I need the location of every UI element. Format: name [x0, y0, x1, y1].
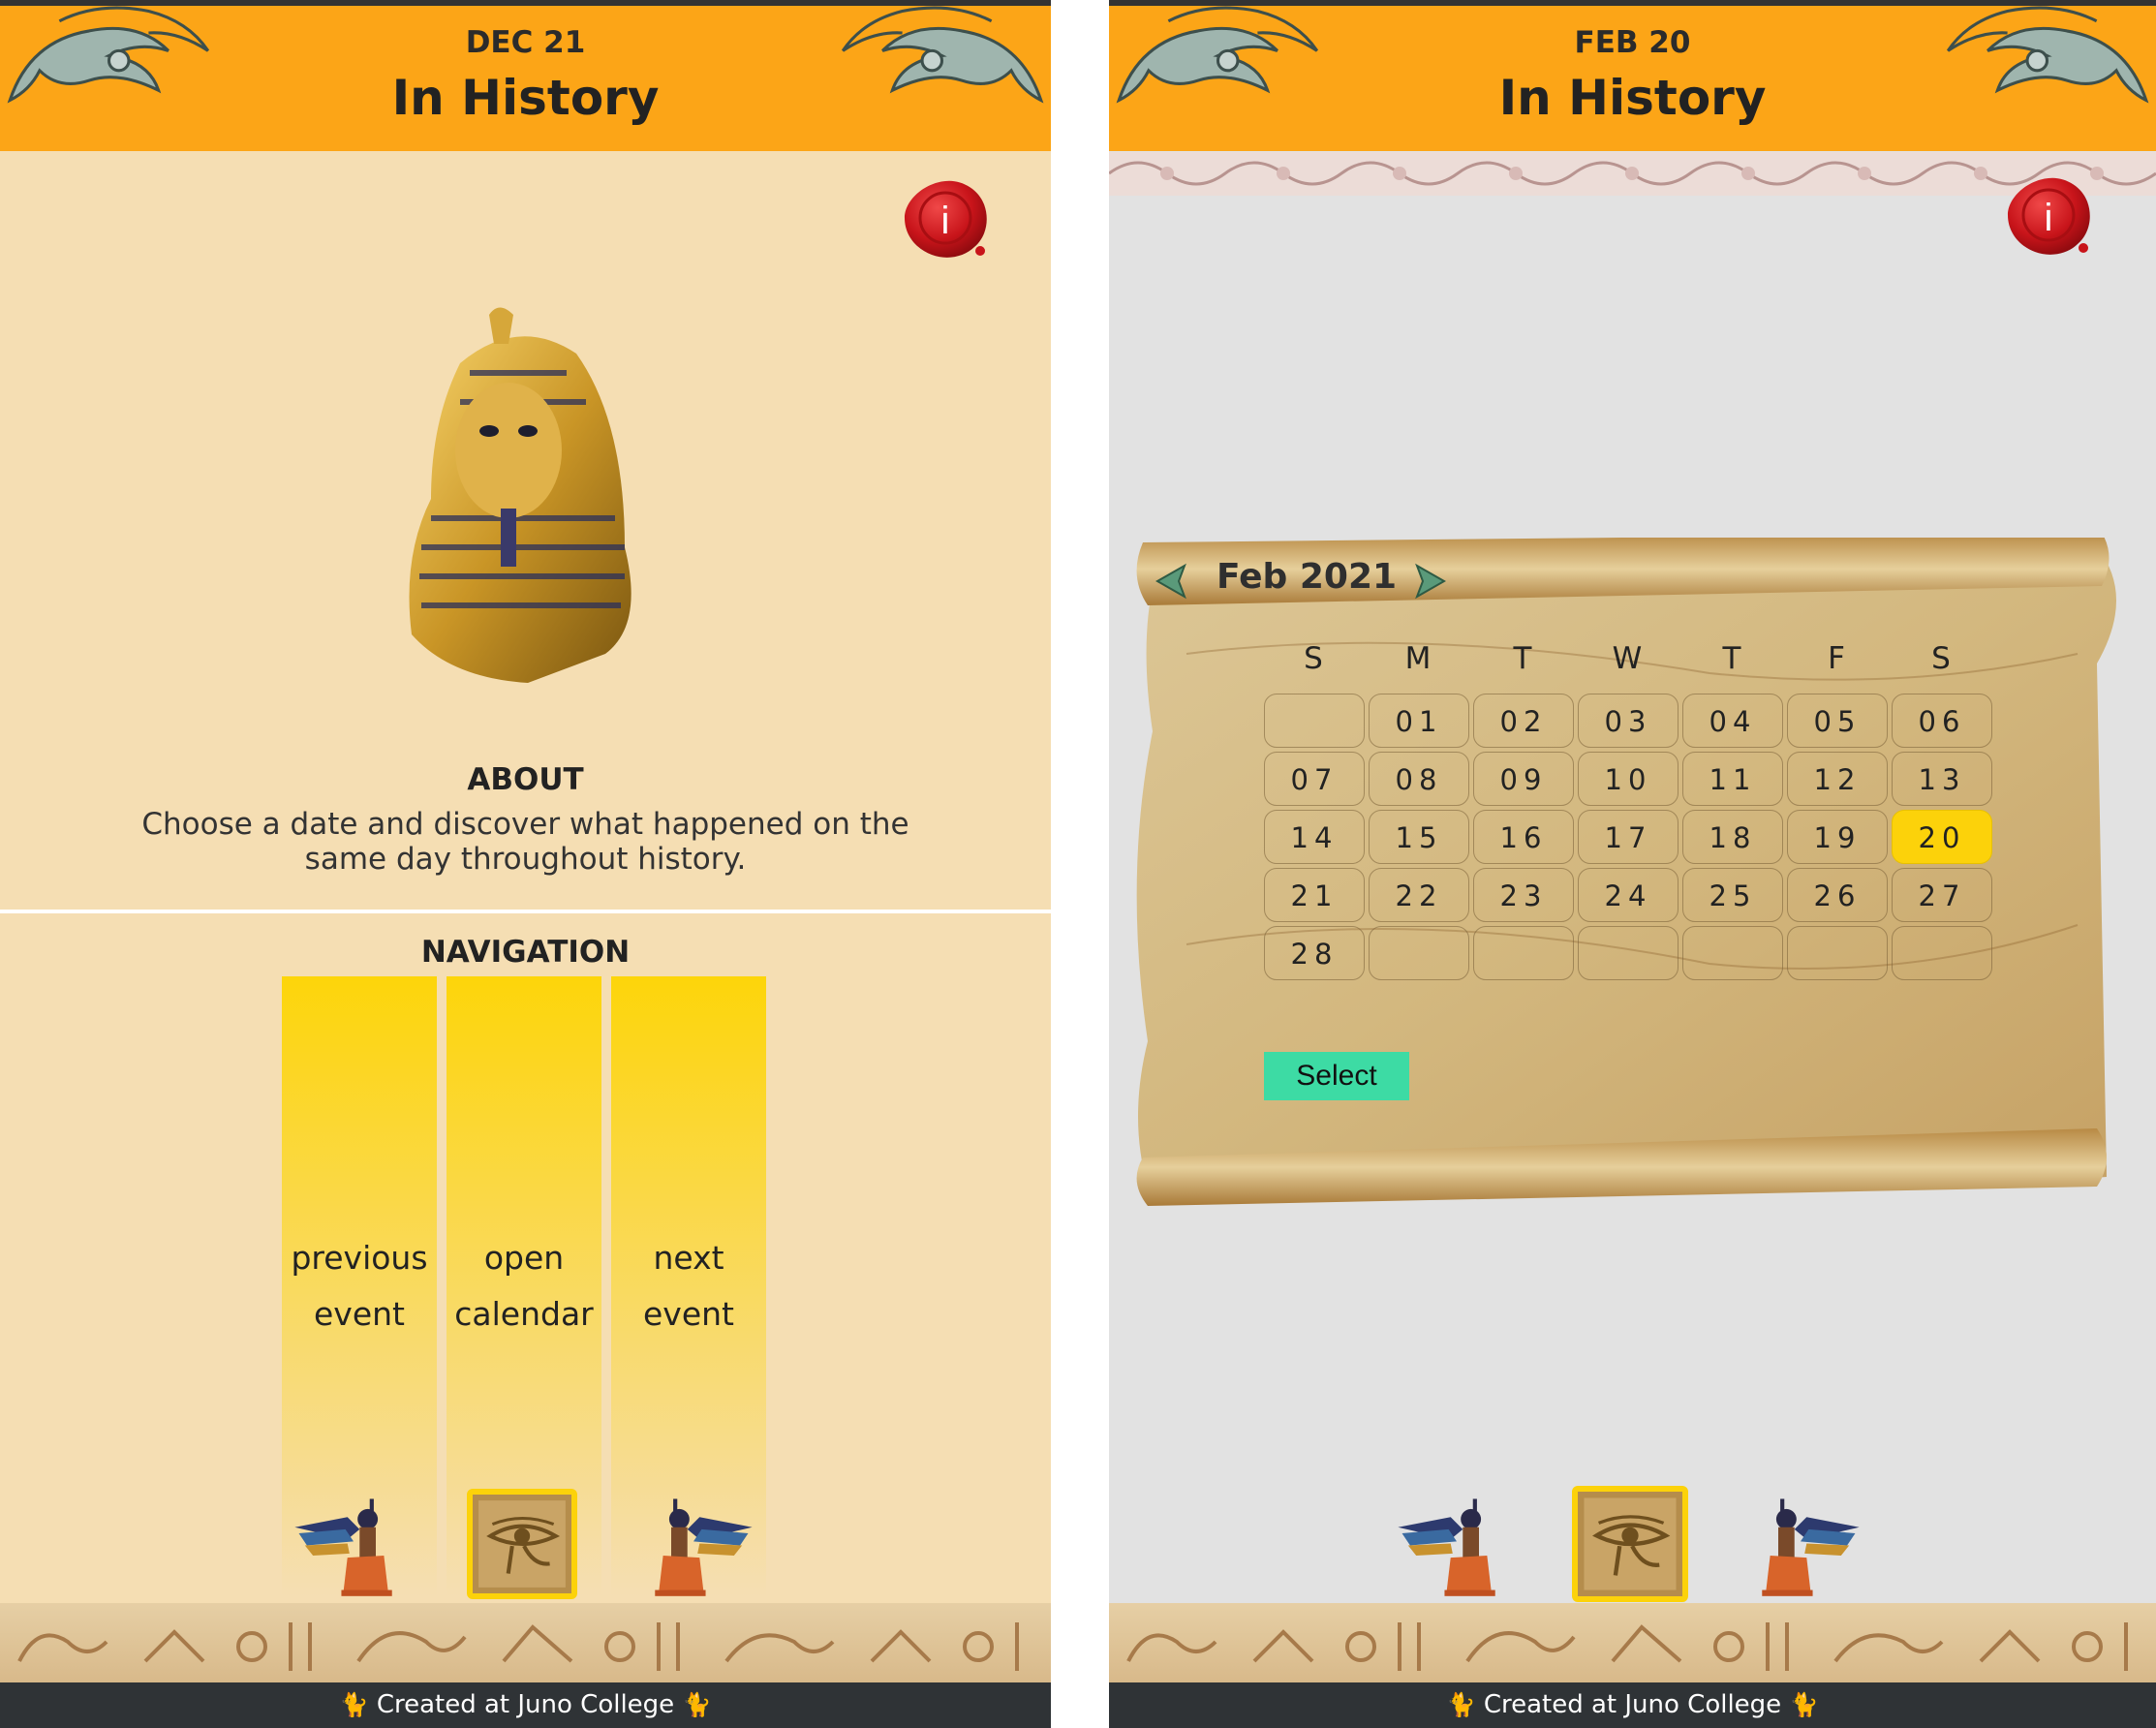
section-divider — [0, 910, 1051, 913]
calendar-day[interactable]: 10 — [1578, 752, 1679, 806]
home-screen: DEC 21 In History i ABOUT Choose a date … — [0, 0, 1051, 1728]
hieroglyph-frieze — [0, 1603, 1051, 1682]
weekday-wed: W — [1612, 641, 1643, 676]
green-scarab-left-icon[interactable] — [1154, 562, 1192, 601]
footer-text: Created at Juno College — [1483, 1690, 1782, 1719]
weekday-sat: S — [1931, 641, 1951, 676]
app-title: In History — [1498, 70, 1767, 126]
about-text: Choose a date and discover what happened… — [141, 807, 909, 877]
calendar-day[interactable]: 12 — [1787, 752, 1888, 806]
pharaoh-mask-image — [409, 307, 631, 683]
green-scarab-right-icon[interactable] — [1409, 562, 1448, 601]
next-event-label-2: event — [643, 1295, 734, 1333]
weekday-sun: S — [1304, 641, 1323, 676]
hieroglyph-frieze — [1109, 1603, 2156, 1682]
top-edge — [1109, 0, 2156, 6]
eye-of-horus-icon[interactable] — [467, 1489, 577, 1599]
about-heading: ABOUT — [467, 762, 584, 797]
calendar-day[interactable]: 28 — [1264, 926, 1365, 980]
calendar-day-empty — [1892, 926, 1992, 980]
select-button[interactable]: Select — [1264, 1052, 1409, 1100]
calendar-day[interactable]: 21 — [1264, 868, 1365, 922]
app-header: DEC 21 In History — [0, 0, 1051, 151]
open-calendar-label-1: open — [483, 1239, 565, 1277]
calendar-day[interactable]: 17 — [1578, 810, 1679, 864]
calendar-day[interactable]: 16 — [1473, 810, 1574, 864]
calendar-day[interactable]: 14 — [1264, 810, 1365, 864]
top-edge — [0, 0, 1051, 6]
calendar-day[interactable]: 25 — [1682, 868, 1783, 922]
cat-icon: 🐈 — [1789, 1691, 1819, 1718]
calendar-day[interactable]: 05 — [1787, 694, 1888, 748]
weekday-fri: F — [1828, 641, 1845, 676]
app-title: In History — [391, 70, 660, 126]
calendar-day[interactable]: 11 — [1682, 752, 1783, 806]
previous-event-label-1: previous — [291, 1239, 428, 1277]
footer-text: Created at Juno College — [376, 1690, 675, 1719]
calendar-day[interactable]: 01 — [1369, 694, 1469, 748]
calendar-day[interactable]: 08 — [1369, 752, 1469, 806]
calendar-day-empty — [1264, 694, 1365, 748]
ornamental-band — [1109, 152, 2156, 196]
winged-goddess-right-icon[interactable] — [649, 1489, 760, 1600]
calendar-day[interactable]: 04 — [1682, 694, 1783, 748]
calendar-day[interactable]: 07 — [1264, 752, 1365, 806]
calendar-day[interactable]: 23 — [1473, 868, 1574, 922]
winged-goddess-right-icon[interactable] — [1756, 1489, 1867, 1600]
header-date: FEB 20 — [1574, 25, 1691, 60]
calendar-day-empty — [1578, 926, 1679, 980]
calendar-day-empty — [1682, 926, 1783, 980]
calendar-day[interactable]: 09 — [1473, 752, 1574, 806]
wax-seal-info-icon[interactable]: i — [901, 177, 990, 261]
weekday-mon: M — [1404, 641, 1432, 676]
calendar-day[interactable]: 27 — [1892, 868, 1992, 922]
winged-goddess-left-icon[interactable] — [287, 1489, 398, 1600]
footer: 🐈 Created at Juno College 🐈 — [1109, 1682, 2156, 1728]
wax-seal-info-icon[interactable]: i — [2004, 174, 2093, 258]
navigation-heading: NAVIGATION — [420, 935, 631, 970]
calendar-day[interactable]: 03 — [1578, 694, 1679, 748]
calendar-day-empty — [1787, 926, 1888, 980]
weekday-tue: T — [1513, 641, 1532, 676]
header-date: DEC 21 — [465, 25, 586, 60]
next-event-label-1: next — [653, 1239, 724, 1277]
cat-icon: 🐈 — [1446, 1691, 1476, 1718]
calendar-day-empty — [1473, 926, 1574, 980]
app-header: FEB 20 In History — [1109, 0, 2156, 151]
calendar-day[interactable]: 18 — [1682, 810, 1783, 864]
winged-goddess-left-icon[interactable] — [1390, 1489, 1501, 1600]
calendar-day[interactable]: 20 — [1892, 810, 1992, 864]
calendar-day-empty — [1369, 926, 1469, 980]
previous-event-label-2: event — [314, 1295, 405, 1333]
svg-text:i: i — [2045, 197, 2053, 239]
calendar-day[interactable]: 26 — [1787, 868, 1888, 922]
cat-icon: 🐈 — [339, 1691, 369, 1718]
calendar-day[interactable]: 02 — [1473, 694, 1574, 748]
calendar-month-label: Feb 2021 — [1217, 557, 1398, 597]
weekday-thu: T — [1722, 641, 1741, 676]
calendar-day[interactable]: 15 — [1369, 810, 1469, 864]
cat-icon: 🐈 — [682, 1691, 712, 1718]
calendar-day[interactable]: 19 — [1787, 810, 1888, 864]
svg-text:i: i — [941, 200, 950, 242]
eye-of-horus-icon[interactable] — [1572, 1486, 1688, 1602]
calendar-day[interactable]: 24 — [1578, 868, 1679, 922]
calendar-day[interactable]: 13 — [1892, 752, 1992, 806]
open-calendar-label-2: calendar — [454, 1295, 594, 1333]
calendar-day[interactable]: 06 — [1892, 694, 1992, 748]
calendar-screen: FEB 20 In History i Feb 2021 S M T W T F… — [1109, 0, 2156, 1728]
calendar-day[interactable]: 22 — [1369, 868, 1469, 922]
footer: 🐈 Created at Juno College 🐈 — [0, 1682, 1051, 1728]
